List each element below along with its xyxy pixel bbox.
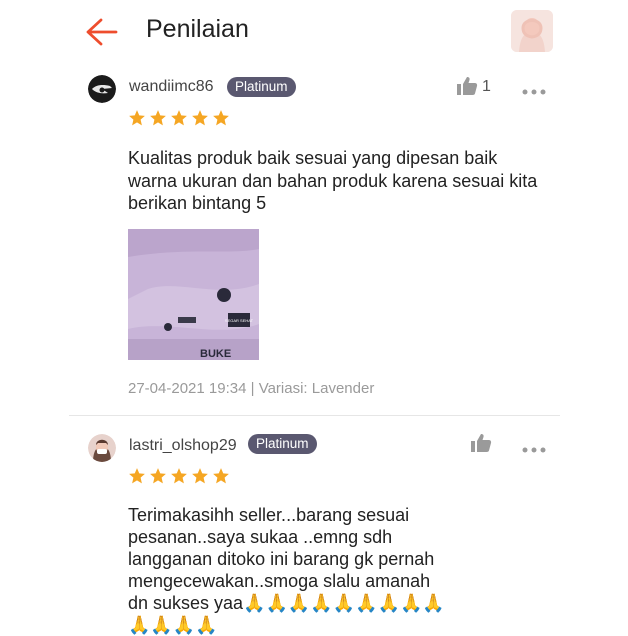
- membership-badge: Platinum: [227, 77, 296, 97]
- reviewer-username[interactable]: wandiimc86: [129, 78, 213, 96]
- review-photo[interactable]: SEGAR SEHAT BUKE: [128, 229, 259, 360]
- reviewer-avatar[interactable]: [88, 434, 116, 462]
- meta-separator: |: [250, 380, 259, 397]
- star-icon: [171, 468, 187, 484]
- more-options-icon: [522, 447, 546, 453]
- profile-avatar[interactable]: [511, 10, 553, 52]
- star-icon: [150, 110, 166, 126]
- star-icon: [192, 468, 208, 484]
- review-variation: Variasi: Lavender: [258, 380, 375, 397]
- star-icon: [213, 110, 229, 126]
- star-rating: [128, 467, 230, 485]
- reviewer-avatar[interactable]: [88, 75, 116, 103]
- membership-badge: Platinum: [248, 434, 317, 454]
- star-icon: [213, 468, 229, 484]
- app-header: Penilaian: [0, 0, 628, 64]
- star-icon: [129, 110, 145, 126]
- thumbs-up-icon: [457, 77, 478, 95]
- star-icon: [192, 110, 208, 126]
- like-button[interactable]: [470, 433, 492, 453]
- review-divider: [69, 415, 560, 416]
- star-rating: [128, 109, 230, 127]
- like-count: 1: [482, 78, 491, 95]
- more-options-button[interactable]: [522, 440, 546, 453]
- review-text: Kualitas produk baik sesuai yang dipesan…: [128, 148, 538, 213]
- review-date: 27-04-2021 19:34: [128, 380, 247, 397]
- reviewer-username[interactable]: lastri_olshop29: [129, 437, 237, 455]
- star-icon: [129, 468, 145, 484]
- review-text: Terimakasihh seller...barang sesuai pesa…: [128, 505, 445, 635]
- page-title: Penilaian: [146, 15, 249, 43]
- back-button[interactable]: [82, 14, 122, 50]
- star-icon: [150, 468, 166, 484]
- thumbs-up-icon: [471, 434, 492, 452]
- back-arrow-icon: [86, 18, 118, 46]
- like-button[interactable]: [456, 76, 478, 96]
- review-meta: 27-04-2021 19:34 | Variasi: Lavender: [128, 380, 374, 397]
- photo-label-segar-sehat: SEGAR SEHAT: [225, 318, 254, 323]
- photo-label-buke: BUKE: [200, 348, 231, 360]
- more-options-icon: [522, 89, 546, 95]
- star-icon: [171, 110, 187, 126]
- more-options-button[interactable]: [522, 82, 546, 95]
